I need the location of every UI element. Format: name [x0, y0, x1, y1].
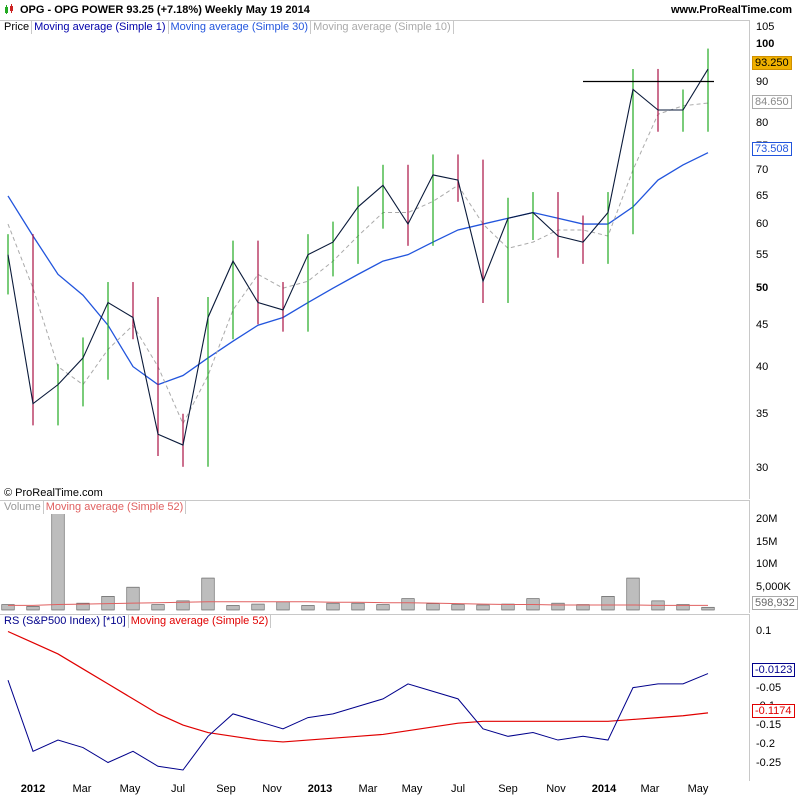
volume-bar — [251, 603, 265, 611]
legend-rs[interactable]: RS (S&P500 Index) [*10] — [2, 615, 129, 628]
x-tick-label: May — [687, 783, 709, 795]
rs-tag: -0.0123 — [752, 663, 796, 677]
volume-bar — [226, 605, 240, 611]
volume-bar — [301, 605, 315, 611]
x-tick-label: Jul — [170, 783, 186, 795]
volume-bar — [451, 604, 465, 611]
volume-bar — [551, 602, 565, 611]
price-y-tick: 35 — [756, 407, 769, 420]
price-y-tick: 50 — [756, 282, 769, 295]
ma10-tag: 84.650 — [752, 95, 792, 109]
price-y-tick: 55 — [756, 248, 769, 261]
legend-price[interactable]: Price — [2, 21, 33, 34]
rs-y-tick: -0.2 — [756, 737, 775, 750]
rs-legend: RS (S&P500 Index) [*10] Moving average (… — [2, 615, 272, 628]
volume-bar — [401, 598, 415, 611]
volume-bar — [701, 606, 715, 611]
price-y-tick: 45 — [756, 319, 769, 332]
copyright-notice: © ProRealTime.com — [4, 487, 103, 499]
price-y-tick: 65 — [756, 189, 769, 202]
x-tick-label: May — [119, 783, 141, 795]
price-y-tick: 105 — [756, 21, 775, 34]
legend-ma1[interactable]: Moving average (Simple 1) — [32, 21, 169, 34]
x-tick-label: Nov — [546, 783, 566, 795]
price-y-tick: 30 — [756, 461, 769, 474]
x-tick-label: Mar — [358, 783, 378, 795]
rs-y-tick: -0.05 — [756, 681, 782, 694]
x-tick-label: Sep — [216, 783, 236, 795]
rs-y-tick: 0.1 — [756, 625, 772, 638]
volume-bar — [476, 604, 490, 611]
price-y-tick: 80 — [756, 116, 769, 129]
legend-volume[interactable]: Volume — [2, 501, 44, 514]
volume-legend: Volume Moving average (Simple 52) — [2, 501, 187, 514]
x-tick-label: 2013 — [307, 783, 333, 795]
rs-y-tick: -0.15 — [756, 719, 782, 732]
legend-rs-ma[interactable]: Moving average (Simple 52) — [128, 615, 272, 628]
x-tick-label: Mar — [640, 783, 660, 795]
chart-canvas[interactable] — [0, 0, 800, 800]
volume-bar — [426, 603, 440, 611]
volume-bar — [201, 577, 215, 611]
price-legend: Price Moving average (Simple 1) Moving a… — [2, 21, 454, 34]
volume-bar — [151, 604, 165, 611]
volume-bar — [51, 504, 65, 611]
volume-y-tick: 15M — [756, 535, 778, 548]
volume-bar — [26, 606, 40, 611]
volume-bar — [376, 604, 390, 611]
price-y-tick: 100 — [756, 38, 775, 51]
volume-y-tick: 5,000K — [756, 581, 791, 594]
volume-bar — [276, 601, 290, 611]
rs-y-tick: -0.25 — [756, 756, 782, 769]
legend-volume-ma[interactable]: Moving average (Simple 52) — [43, 501, 187, 514]
x-tick-label: May — [401, 783, 423, 795]
volume-bar — [326, 602, 340, 611]
volume-bar — [126, 586, 140, 611]
x-tick-label: Jul — [450, 783, 466, 795]
price-y-tick: 60 — [756, 218, 769, 231]
price-y-tick: 70 — [756, 163, 769, 176]
rs-ma-line — [7, 630, 709, 743]
rs-ma-tag: -0.1174 — [752, 704, 795, 718]
volume-y-tick: 10M — [756, 558, 778, 571]
x-tick-label: Mar — [72, 783, 92, 795]
last-price-tag: 93.250 — [752, 56, 792, 70]
price-y-tick: 40 — [756, 360, 769, 373]
price-y-tick: 90 — [756, 75, 769, 88]
volume-y-tick: 20M — [756, 512, 778, 525]
x-tick-label: 2012 — [20, 783, 46, 795]
legend-ma30[interactable]: Moving average (Simple 30) — [168, 21, 312, 34]
x-tick-label: 2014 — [591, 783, 617, 795]
volume-tag: 598,932 — [752, 596, 798, 610]
volume-bar — [351, 602, 365, 611]
x-tick-label: Nov — [262, 783, 282, 795]
x-tick-label: Sep — [498, 783, 518, 795]
legend-ma10[interactable]: Moving average (Simple 10) — [311, 21, 454, 34]
volume-bar — [601, 596, 615, 611]
ma30-tag: 73.508 — [752, 142, 792, 156]
